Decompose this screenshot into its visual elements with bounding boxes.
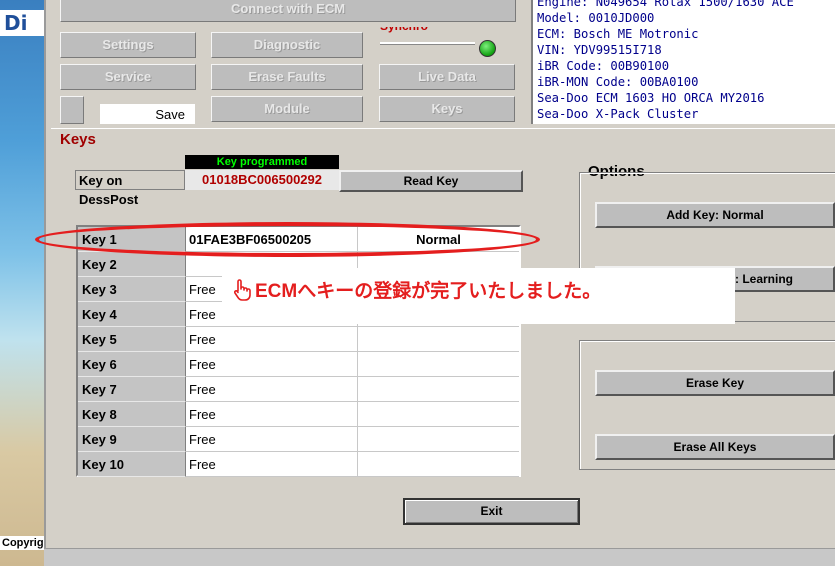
info-line: iBR-MON Code: 00BA0100 — [537, 75, 699, 89]
erase-faults-button[interactable]: Erase Faults — [211, 64, 363, 90]
settings-button[interactable]: Settings — [60, 32, 196, 58]
key-on-desspost-label: Key on DessPost — [75, 170, 185, 207]
table-row[interactable]: Key 5 Free — [78, 327, 519, 352]
key-name: Key 10 — [78, 452, 186, 477]
highlight-ellipse — [35, 222, 540, 257]
info-line: VIN: YDV99515I718 — [537, 43, 662, 57]
module-button[interactable]: Module — [211, 96, 363, 122]
table-row[interactable]: Key 9 Free — [78, 427, 519, 452]
diagnostic-button[interactable]: Diagnostic — [211, 32, 363, 58]
read-key-button[interactable]: Read Key — [339, 170, 523, 192]
table-row[interactable]: Key 8 Free — [78, 402, 519, 427]
key-name: Key 8 — [78, 402, 186, 427]
sync-progress-track — [380, 42, 475, 45]
info-line: Sea-Doo ECM 1603 HO ORCA MY2016 — [537, 91, 765, 105]
key-name: Key 6 — [78, 352, 186, 377]
ecm-info-panel: Engine: N049654 Rotax 1500/1630 ACE Mode… — [531, 0, 835, 124]
connect-ecm-button[interactable]: Connect with ECM — [60, 0, 516, 22]
key-name: Key 4 — [78, 302, 186, 327]
table-row[interactable]: Key 6 Free — [78, 352, 519, 377]
key-id: Free — [186, 427, 358, 452]
keys-button[interactable]: Keys — [379, 96, 515, 122]
info-line: Model: 0010JD000 — [537, 11, 655, 25]
keys-table: Key 1 01FAE3BF06500205 Normal Key 2 Key … — [76, 225, 521, 477]
info-line: Sea-Doo X-Pack Cluster — [537, 107, 699, 121]
key-id: Free — [186, 327, 358, 352]
key-mode — [358, 352, 519, 377]
save-button[interactable]: Save — [100, 104, 195, 124]
table-row[interactable]: Key 7 Free — [78, 377, 519, 402]
save-handle[interactable] — [60, 96, 84, 124]
key-mode — [358, 402, 519, 427]
info-line: ECM: Bosch ME Motronic — [537, 27, 699, 41]
key-name: Key 5 — [78, 327, 186, 352]
add-key-normal-button[interactable]: Add Key: Normal — [595, 202, 835, 228]
exit-button[interactable]: Exit — [403, 498, 580, 525]
desktop-logo: Di — [0, 10, 44, 36]
key-name: Key 2 — [78, 252, 186, 277]
window-bottom-frame — [44, 548, 835, 566]
table-row[interactable]: Key 10 Free — [78, 452, 519, 477]
key-id: Free — [186, 402, 358, 427]
erase-all-keys-button[interactable]: Erase All Keys — [595, 434, 835, 460]
key-id: Free — [186, 352, 358, 377]
key-mode — [358, 427, 519, 452]
pointing-hand-icon — [233, 279, 251, 301]
key-id: Free — [186, 452, 358, 477]
keys-title: Keys — [60, 131, 96, 148]
key-on-desspost-value: 01018BC006500292 — [185, 170, 339, 190]
key-name: Key 7 — [78, 377, 186, 402]
annotation-callout: ECMへキーの登録が完了いたしました。 — [222, 268, 735, 324]
info-line: Engine: N049654 Rotax 1500/1630 ACE — [537, 0, 794, 9]
annotation-text: ECMへキーの登録が完了いたしました。 — [255, 281, 602, 302]
live-data-button[interactable]: Live Data — [379, 64, 515, 90]
desktop-background: Di Copyrig — [0, 0, 46, 566]
status-led-icon — [479, 40, 496, 57]
service-button[interactable]: Service — [60, 64, 196, 90]
key-status-badge: Key programmed — [185, 155, 339, 169]
copyright-text: Copyrig — [0, 536, 46, 550]
erase-key-button[interactable]: Erase Key — [595, 370, 835, 396]
key-mode — [358, 377, 519, 402]
info-line: iBR Code: 00B90100 — [537, 59, 670, 73]
key-name: Key 3 — [78, 277, 186, 302]
key-id: Free — [186, 377, 358, 402]
key-mode — [358, 327, 519, 352]
key-mode — [358, 452, 519, 477]
key-name: Key 9 — [78, 427, 186, 452]
